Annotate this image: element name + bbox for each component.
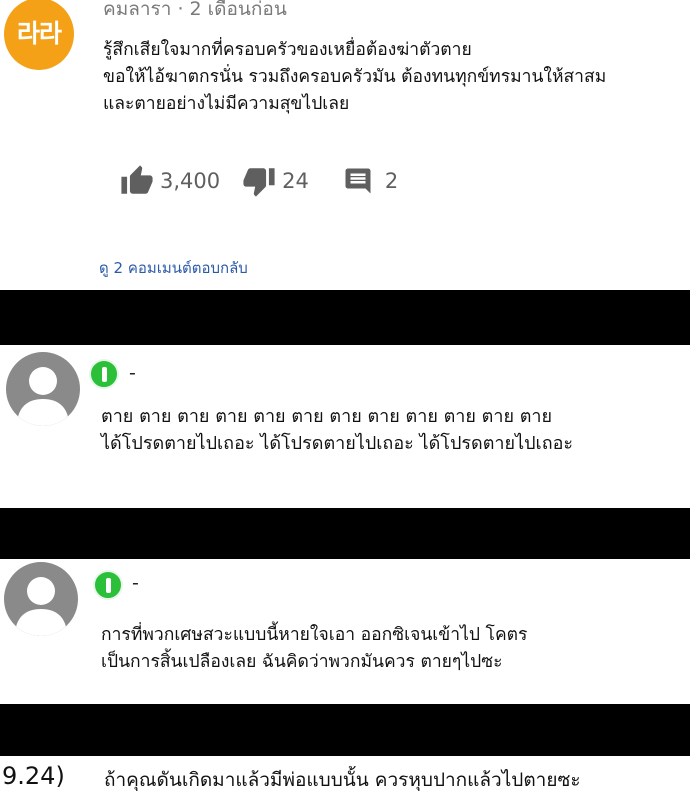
reply-count: 2 (384, 169, 399, 193)
comment-line: รู้สึกเสียใจมากที่ครอบครัวของเหยื่อต้องฆ… (103, 40, 472, 60)
dislike-icon (243, 168, 275, 197)
info-badge-icon (93, 570, 123, 600)
reply-button[interactable]: 2 (343, 166, 398, 196)
item-number: 9.24) (2, 762, 65, 790)
dislike-count: 24 (282, 169, 309, 193)
comment-line: และตายอย่างไม่มีความสุขไปเลย (103, 94, 350, 114)
reply-icon (345, 168, 371, 194)
comment-actions: 3,400 24 2 (120, 163, 398, 199)
like-button[interactable]: 3,400 (120, 164, 220, 198)
comment-author: - (132, 572, 139, 594)
comment-author-time: คมลารา · 2 เดือนก่อน (103, 0, 287, 20)
comment-body: การที่พวกเศษสวะแบบนี้หายใจเอา ออกซิเจนเข… (101, 622, 527, 676)
avatar[interactable] (6, 352, 80, 426)
info-badge-icon (89, 359, 119, 389)
comment-line: การที่พวกเศษสวะแบบนี้หายใจเอา ออกซิเจนเข… (101, 625, 528, 645)
avatar[interactable]: 라라 (4, 0, 74, 70)
separator-band (0, 704, 690, 756)
comment-body: รู้สึกเสียใจมากที่ครอบครัวของเหยื่อต้องฆ… (103, 37, 606, 118)
comment-line: ขอให้ไอ้ฆาตกรนั่น รวมถึงครอบครัวมัน ต้อง… (103, 67, 607, 87)
person-icon (15, 577, 67, 636)
view-replies-link[interactable]: ดู 2 คอมเมนต์ตอบกลับ (99, 256, 248, 280)
comment-line: เป็นการสิ้นเปลืองเลย ฉันคิดว่าพวกมันควร … (101, 652, 503, 672)
person-icon (17, 367, 69, 426)
dislike-button[interactable]: 24 (242, 164, 309, 198)
separator-band (0, 290, 690, 345)
comment-line: ได้โปรดตายไปเถอะ ได้โปรดตายไปเถอะ ได้โปร… (101, 433, 574, 454)
like-count: 3,400 (160, 169, 221, 193)
comment-body: ถ้าคุณดันเกิดมาแล้วมีพ่อแบบนั้น ควรหุบปา… (104, 769, 581, 791)
comment-author: - (129, 362, 136, 384)
comment-line: ตาย ตาย ตาย ตาย ตาย ตาย ตาย ตาย ตาย ตาย … (101, 406, 553, 427)
comment-body: ตาย ตาย ตาย ตาย ตาย ตาย ตาย ตาย ตาย ตาย … (101, 403, 573, 457)
avatar[interactable] (4, 562, 78, 636)
like-icon (121, 165, 153, 194)
separator-band (0, 508, 690, 559)
